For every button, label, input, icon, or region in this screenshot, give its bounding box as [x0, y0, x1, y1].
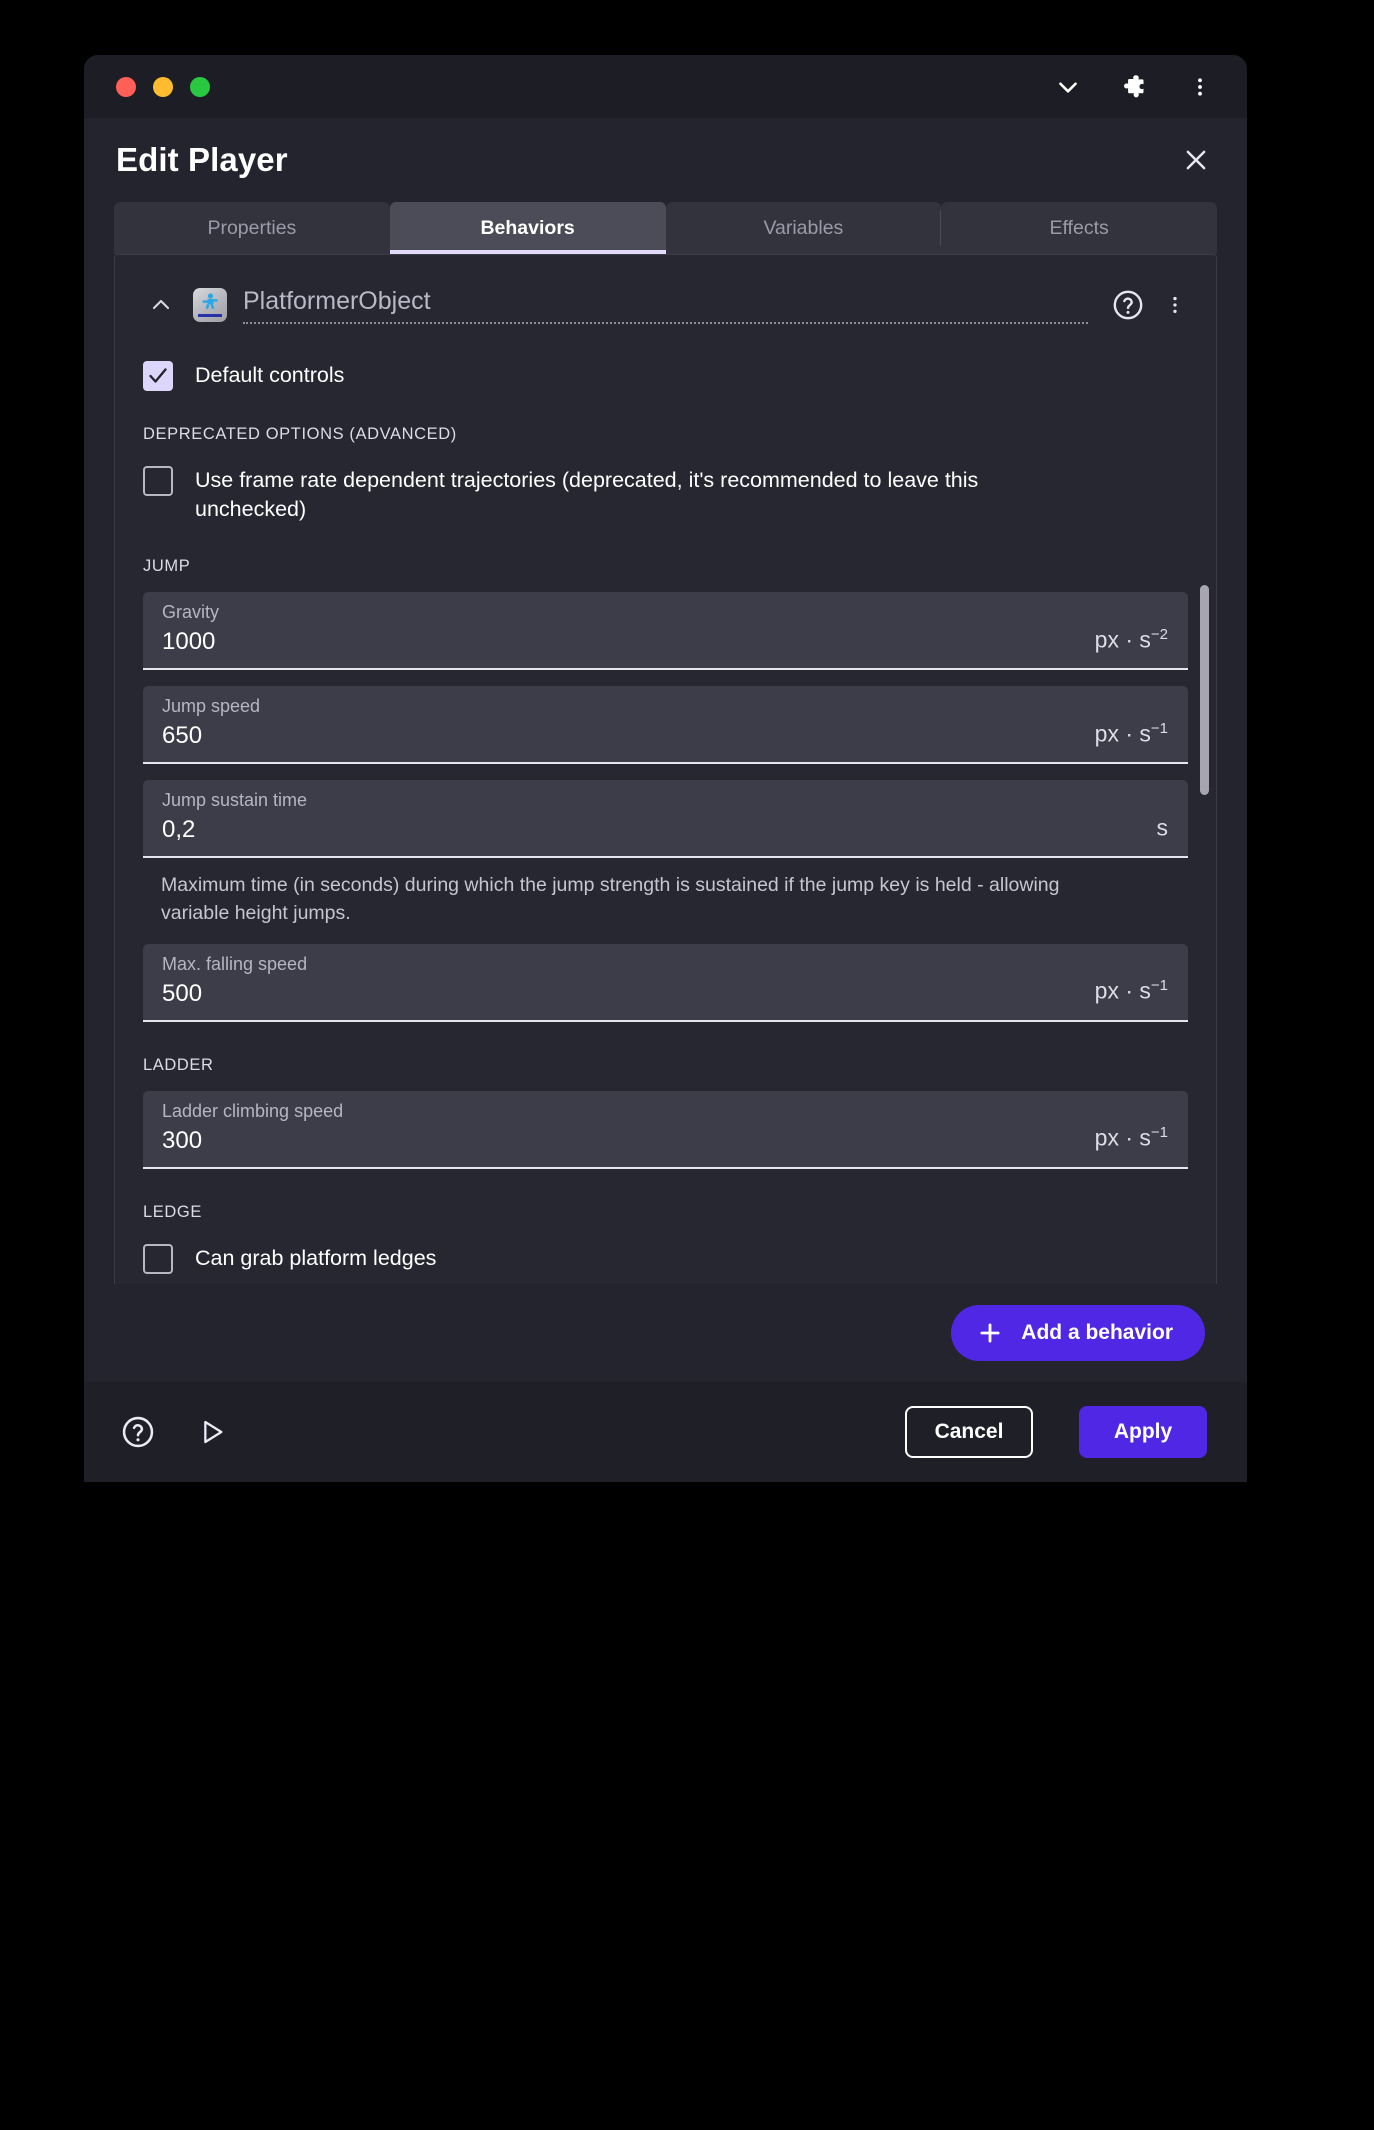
page-title: Edit Player — [116, 141, 288, 178]
add-behavior-bar: Add a behavior — [84, 1284, 1247, 1382]
ledge-section-caption: LEDGE — [143, 1202, 202, 1221]
field-value: 500 — [162, 979, 203, 1007]
default-controls-row[interactable]: Default controls — [143, 361, 1188, 391]
can-grab-ledges-label: Can grab platform ledges — [195, 1245, 437, 1270]
can-grab-ledges-checkbox[interactable] — [143, 1243, 173, 1274]
minimize-window-button[interactable] — [153, 76, 173, 97]
jump-speed-field[interactable]: Jump speed 650 px · s−1 — [143, 686, 1188, 765]
dialog-footer: Cancel Apply — [84, 1382, 1247, 1482]
unit-exponent: −2 — [1150, 625, 1168, 643]
tab-effects[interactable]: Effects — [941, 202, 1217, 254]
ladder-section-caption: LADDER — [143, 1055, 214, 1074]
gravity-field[interactable]: Gravity 1000 px · s−2 — [143, 592, 1188, 671]
field-unit: px · s−1 — [1095, 720, 1168, 748]
field-value: 300 — [162, 1126, 203, 1154]
unit-exponent: −1 — [1150, 719, 1168, 737]
can-grab-ledges-row[interactable]: Can grab platform ledges — [143, 1243, 1188, 1274]
behavior-name-field[interactable]: PlatformerObject — [243, 287, 1088, 324]
platform-line — [198, 314, 222, 317]
tab-behaviors[interactable]: Behaviors — [389, 202, 666, 254]
field-unit: px · s−1 — [1095, 977, 1168, 1005]
tab-properties[interactable]: Properties — [114, 202, 390, 254]
unit-base: px · s — [1094, 977, 1151, 1004]
apply-button[interactable]: Apply — [1079, 1406, 1207, 1458]
puzzle-extension-icon[interactable] — [1119, 72, 1149, 102]
close-icon[interactable] — [1173, 137, 1219, 183]
field-label: Jump sustain time — [162, 790, 308, 811]
platformer-object-icon — [193, 288, 227, 322]
field-value: 0,2 — [162, 816, 196, 844]
field-label: Jump speed — [162, 696, 261, 717]
unit-base: px · s — [1094, 720, 1151, 747]
unit-base: px · s — [1094, 1124, 1151, 1151]
dialog-header: Edit Player — [84, 118, 1247, 202]
deprecated-section-caption: DEPRECATED OPTIONS (ADVANCED) — [143, 425, 457, 443]
help-circle-icon[interactable] — [1108, 285, 1148, 325]
chevron-up-icon[interactable] — [143, 287, 179, 323]
frame-rate-option-row[interactable]: Use frame rate dependent trajectories (d… — [143, 466, 1188, 523]
max-falling-speed-field[interactable]: Max. falling speed 500 px · s−1 — [143, 943, 1188, 1022]
titlebar-actions — [1053, 72, 1221, 102]
tab-label: Properties — [207, 216, 297, 239]
tab-label: Effects — [1049, 216, 1109, 239]
content-area: PlatformerObject Default controls DEPREC… — [84, 254, 1247, 1284]
close-window-button[interactable] — [116, 76, 136, 97]
behavior-panel-body: PlatformerObject Default controls DEPREC… — [115, 255, 1216, 1284]
tab-label: Behaviors — [480, 216, 575, 239]
panel-scrollbar-thumb[interactable] — [1200, 585, 1209, 795]
unit-base: px · s — [1094, 626, 1151, 653]
field-value: 1000 — [162, 628, 216, 656]
tab-label: Variables — [763, 216, 844, 239]
field-unit: px · s−2 — [1095, 626, 1168, 654]
behavior-name: PlatformerObject — [243, 286, 431, 315]
ladder-climbing-speed-field[interactable]: Ladder climbing speed 300 px · s−1 — [143, 1090, 1188, 1169]
more-vertical-icon[interactable] — [1185, 72, 1215, 102]
tab-bar: Properties Behaviors Variables Effects — [84, 202, 1247, 254]
unit-exponent: −1 — [1150, 1123, 1168, 1141]
jump-sustain-help-text: Maximum time (in seconds) during which t… — [161, 874, 1060, 924]
behavior-panel: PlatformerObject Default controls DEPREC… — [114, 254, 1217, 1284]
behavior-menu-icon[interactable] — [1162, 285, 1188, 325]
unit-exponent: −1 — [1150, 976, 1168, 994]
field-unit: px · s−1 — [1095, 1124, 1168, 1152]
screen: Edit Player Properties Behaviors Variabl… — [0, 0, 1374, 2130]
help-circle-icon[interactable] — [116, 1410, 160, 1454]
field-label: Max. falling speed — [162, 953, 308, 974]
traffic-lights — [116, 76, 210, 97]
add-behavior-label: Add a behavior — [1021, 1321, 1173, 1344]
plus-icon — [977, 1320, 1003, 1346]
chevron-down-icon[interactable] — [1053, 72, 1083, 102]
default-controls-checkbox[interactable] — [143, 361, 173, 391]
tab-variables[interactable]: Variables — [665, 202, 942, 254]
jump-section-caption: JUMP — [143, 557, 191, 576]
field-label: Gravity — [162, 602, 220, 623]
edit-player-window: Edit Player Properties Behaviors Variabl… — [84, 55, 1247, 1482]
unit-base: s — [1156, 814, 1169, 841]
add-behavior-button[interactable]: Add a behavior — [951, 1305, 1205, 1361]
maximize-window-button[interactable] — [190, 76, 210, 97]
field-label: Ladder climbing speed — [162, 1100, 344, 1121]
field-value: 650 — [162, 722, 203, 750]
behavior-header: PlatformerObject — [143, 279, 1188, 331]
cancel-button[interactable]: Cancel — [905, 1406, 1033, 1458]
window-titlebar — [84, 55, 1247, 118]
play-triangle-icon[interactable] — [190, 1410, 234, 1454]
frame-rate-label: Use frame rate dependent trajectories (d… — [195, 468, 979, 521]
frame-rate-checkbox[interactable] — [143, 466, 173, 496]
jump-sustain-time-field[interactable]: Jump sustain time 0,2 s — [143, 780, 1188, 859]
default-controls-label: Default controls — [195, 363, 345, 387]
field-unit: s — [1157, 814, 1169, 842]
